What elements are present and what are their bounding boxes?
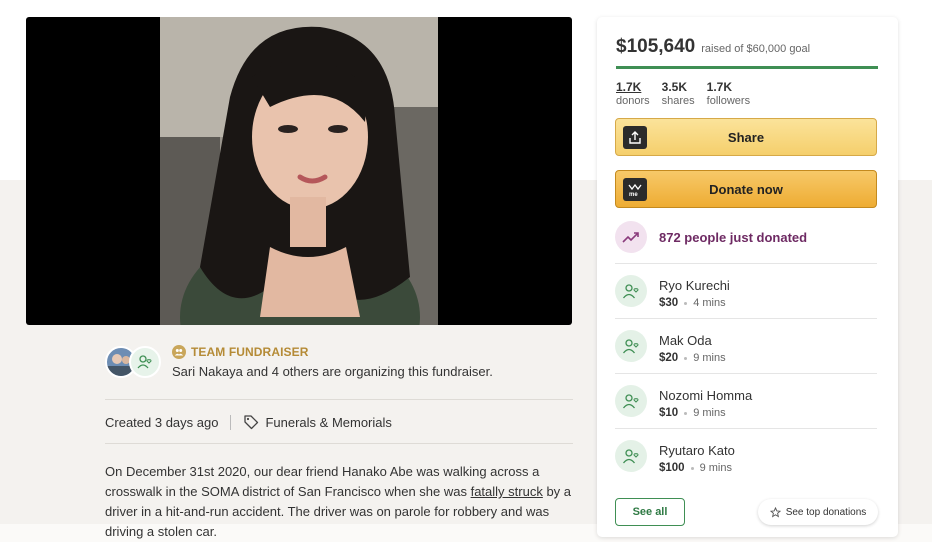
- campaign-photo: [160, 17, 438, 325]
- campaign-meta: Created 3 days ago Funerals & Memorials: [105, 414, 392, 430]
- donate-label: Donate now: [709, 181, 783, 197]
- stat-label: shares: [661, 95, 695, 107]
- svg-text:me: me: [629, 192, 638, 197]
- donation-item: Ryo Kurechi $30 4 mins: [615, 263, 877, 318]
- donation-amount: $30: [659, 297, 679, 309]
- stat-followers: 1.7K followers: [707, 80, 750, 108]
- donation-sidebar-card: $105,640 raised of $60,000 goal 1.7K don…: [597, 17, 898, 537]
- donor-name: Nozomi Homma: [659, 388, 753, 403]
- donation-details: $30 4 mins: [659, 297, 726, 309]
- organizer-section: TEAM FUNDRAISER Sari Nakaya and 4 others…: [105, 342, 575, 388]
- trending-up-icon: [615, 221, 647, 253]
- category-label: Funerals & Memorials: [265, 414, 392, 430]
- donation-details: $10 9 mins: [659, 407, 726, 419]
- share-label: Share: [727, 129, 765, 145]
- trend-text: 872 people just donated: [659, 229, 808, 245]
- team-fundraiser-label: TEAM FUNDRAISER: [172, 345, 309, 359]
- dot-separator: [690, 466, 694, 470]
- divider: [105, 443, 573, 444]
- stat-number: 1.7K: [616, 80, 642, 94]
- donor-icon: [615, 275, 647, 307]
- donation-item: Mak Oda $20 9 mins: [615, 318, 877, 373]
- recent-donations-trend: 872 people just donated: [615, 221, 807, 253]
- dot-separator: [684, 411, 688, 415]
- meta-separator: [230, 414, 232, 430]
- organizer-avatar-generic[interactable]: [129, 346, 161, 378]
- campaign-media[interactable]: [26, 17, 572, 325]
- donor-name: Ryo Kurechi: [659, 278, 730, 293]
- donation-details: $20 9 mins: [659, 352, 726, 364]
- donation-details: $100 9 mins: [659, 462, 732, 474]
- donation-time: 4 mins: [693, 297, 726, 309]
- donor-name: Mak Oda: [659, 333, 712, 348]
- donation-amount: $10: [659, 407, 679, 419]
- gofundme-logo-icon: me: [623, 178, 647, 201]
- category-link[interactable]: Funerals & Memorials: [243, 414, 392, 430]
- dot-separator: [684, 301, 688, 305]
- share-icon: [623, 126, 647, 149]
- see-top-donations-label: See top donations: [785, 506, 867, 518]
- stat-label: donors: [616, 95, 650, 107]
- see-all-button[interactable]: See all: [615, 498, 685, 526]
- stat-donors[interactable]: 1.7K donors: [616, 80, 650, 108]
- share-button[interactable]: Share: [615, 118, 877, 156]
- organizer-description[interactable]: Sari Nakaya and 4 others are organizing …: [172, 364, 493, 379]
- dot-separator: [684, 356, 688, 360]
- story-link[interactable]: fatally struck: [471, 484, 543, 499]
- stat-number: 1.7K: [706, 80, 733, 94]
- donation-item: Ryutaro Kato $100 9 mins: [615, 428, 877, 483]
- donation-amount: $100: [659, 462, 685, 474]
- donor-name: Ryutaro Kato: [659, 443, 735, 458]
- donor-icon: [615, 330, 647, 362]
- goal-text: raised of $60,000 goal: [701, 43, 811, 55]
- raised-amount: $105,640: [616, 36, 696, 57]
- stat-label: followers: [706, 95, 751, 107]
- team-icon: [172, 345, 186, 359]
- stat-number: 3.5K: [661, 80, 687, 94]
- person-heart-icon: [137, 355, 152, 369]
- campaign-story: On December 31st 2020, our dear friend H…: [105, 462, 575, 542]
- campaign-stats: 1.7K donors 3.5K shares 1.7K followers: [616, 80, 750, 108]
- created-date: Created 3 days ago: [105, 414, 219, 430]
- stat-shares: 3.5K shares: [662, 80, 695, 108]
- donation-item: Nozomi Homma $10 9 mins: [615, 373, 877, 428]
- donate-button[interactable]: me Donate now: [615, 170, 877, 208]
- tag-icon: [244, 415, 259, 430]
- amount-raised: $105,640 raised of $60,000 goal: [616, 36, 810, 58]
- donation-time: 9 mins: [699, 462, 732, 474]
- star-icon: [769, 506, 781, 517]
- team-fundraiser-text: TEAM FUNDRAISER: [191, 345, 309, 359]
- donation-time: 9 mins: [693, 352, 726, 364]
- portrait-image: [160, 17, 438, 325]
- progress-bar-fill: [616, 66, 878, 69]
- see-top-donations-button[interactable]: See top donations: [758, 499, 878, 525]
- donor-icon: [615, 385, 647, 417]
- donation-amount: $20: [659, 352, 679, 364]
- donation-time: 9 mins: [693, 407, 726, 419]
- divider: [105, 399, 573, 400]
- donor-icon: [615, 440, 647, 472]
- progress-bar: [616, 66, 878, 69]
